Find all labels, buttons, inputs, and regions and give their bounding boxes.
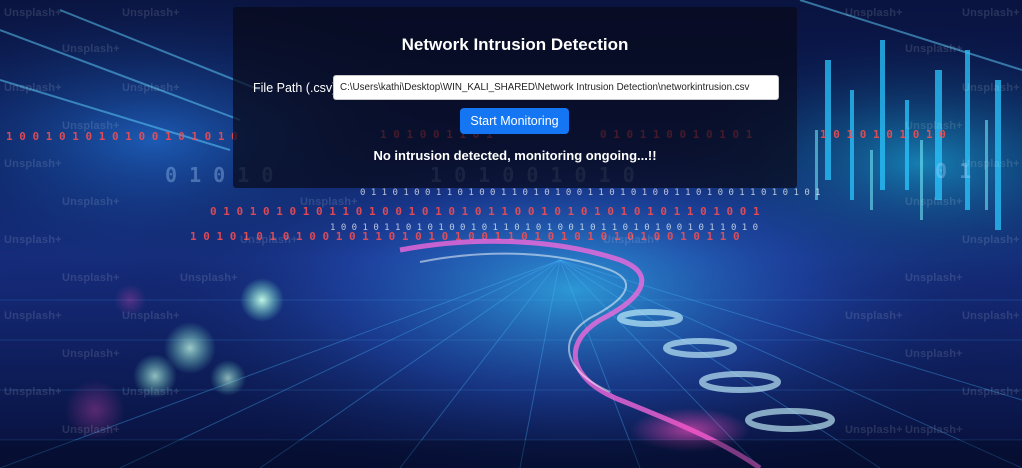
svg-text:1 0 1 0 1 0 1 0 1 0: 1 0 1 0 1 0 1 0 1 0 <box>820 128 946 141</box>
svg-text:0 1 1 0 1 0 0 1 1 0 1 0 0 1 1: 0 1 1 0 1 0 0 1 1 0 1 0 0 1 1 0 1 0 1 0 … <box>360 188 821 198</box>
svg-text:1 0 0 1 0 1 1 0 1 0 1 0 0 1 0: 1 0 0 1 0 1 1 0 1 0 1 0 0 1 0 1 1 0 1 0 … <box>330 223 758 233</box>
page-title: Network Intrusion Detection <box>401 35 629 54</box>
svg-text:0 1: 0 1 <box>935 159 971 183</box>
status-message: No intrusion detected, monitoring ongoin… <box>373 148 657 163</box>
svg-text:0 1 0 1 0 1 0 1 0 1 1 0 1 0: 0 1 0 1 0 1 0 1 0 1 1 0 1 0 0 1 0 1 0 1 … <box>210 205 760 218</box>
file-path-input[interactable] <box>333 75 779 100</box>
file-path-label: File Path (.csv): <box>253 81 340 95</box>
svg-text:1 0 0 1 0 1 0 1 0 1 0 0 1 0: 1 0 0 1 0 1 0 1 0 1 0 0 1 0 1 0 1 0 <box>6 130 238 143</box>
app-window: 1 0 0 1 0 1 0 1 0 1 0 0 1 0 1 0 1 0 1 0 … <box>0 0 1022 468</box>
monitor-panel: Network Intrusion Detection File Path (.… <box>233 7 797 188</box>
start-monitoring-button[interactable]: Start Monitoring <box>460 108 569 134</box>
